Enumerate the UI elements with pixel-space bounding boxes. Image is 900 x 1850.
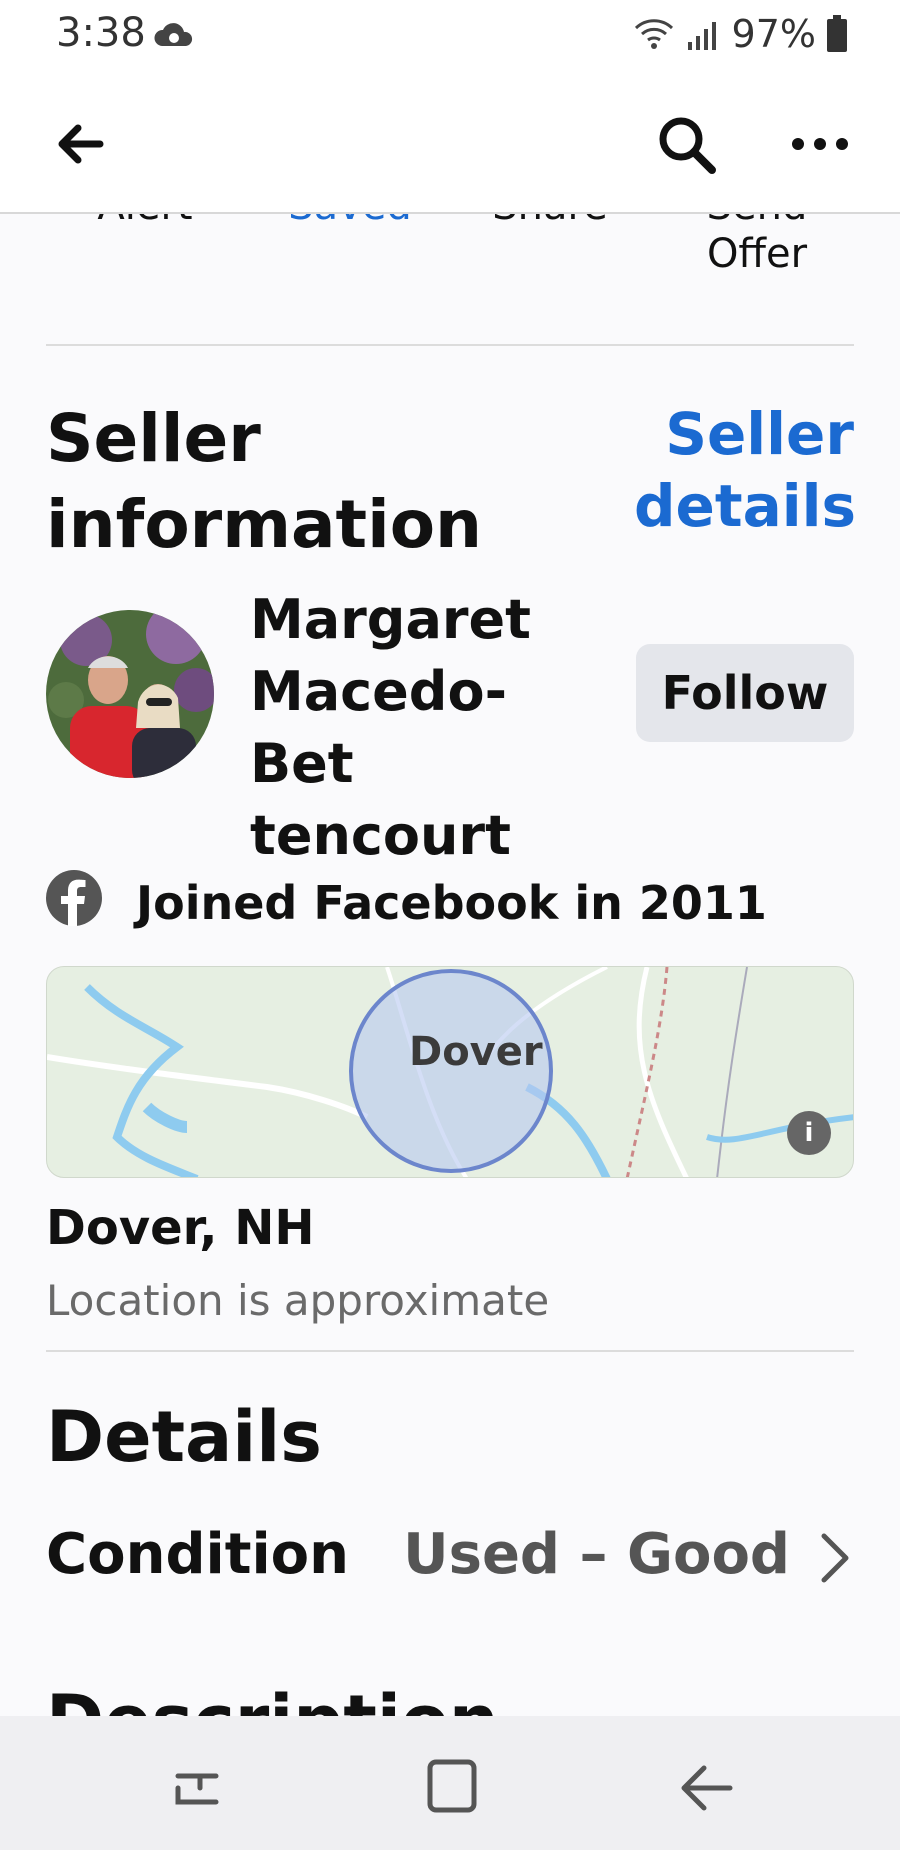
top-app-bar (0, 72, 900, 214)
location-note: Location is approximate (46, 1276, 550, 1325)
nav-back-icon[interactable] (676, 1760, 736, 1816)
map-city-label: Dover (409, 1029, 543, 1075)
avatar[interactable] (46, 610, 214, 778)
status-right: 97% (632, 12, 848, 56)
more-icon[interactable] (790, 132, 850, 156)
system-nav-bar (0, 1716, 900, 1850)
send-offer-button[interactable]: Send Offer (672, 214, 842, 278)
condition-label: Condition (46, 1522, 350, 1587)
divider (46, 344, 854, 346)
seller-details-link[interactable]: Seller details (634, 398, 856, 542)
wifi-icon (634, 19, 673, 49)
chevron-right-icon[interactable] (814, 1530, 854, 1586)
signal-icon (687, 22, 716, 50)
home-icon[interactable] (426, 1758, 478, 1814)
share-button[interactable]: Share (470, 214, 630, 230)
joined-facebook-text: Joined Facebook in 2011 (136, 876, 767, 930)
details-heading: Details (46, 1396, 322, 1478)
seller-name[interactable]: Margaret Macedo-Bet tencourt (250, 584, 610, 872)
seller-information-heading: Seller information (46, 400, 483, 563)
divider (46, 1350, 854, 1352)
back-arrow-icon[interactable] (50, 114, 110, 174)
search-icon[interactable] (654, 112, 718, 176)
location-map[interactable]: Dover i (46, 966, 854, 1178)
info-icon[interactable]: i (787, 1111, 831, 1155)
battery-icon (827, 15, 847, 52)
condition-value[interactable]: Used – Good (403, 1522, 790, 1587)
status-bar: 3:38 97% (0, 0, 900, 72)
recent-apps-icon[interactable] (170, 1760, 226, 1816)
action-row: Alert Saved Share Send Offer (0, 214, 900, 344)
cloud-icon (154, 23, 193, 46)
status-time: 3:38 (56, 10, 146, 56)
facebook-icon (46, 870, 102, 926)
battery-percent: 97% (731, 12, 816, 56)
saved-button[interactable]: Saved (260, 214, 440, 230)
location-name: Dover, NH (46, 1200, 315, 1256)
alert-button[interactable]: Alert (60, 214, 230, 230)
follow-button[interactable]: Follow (636, 644, 854, 742)
